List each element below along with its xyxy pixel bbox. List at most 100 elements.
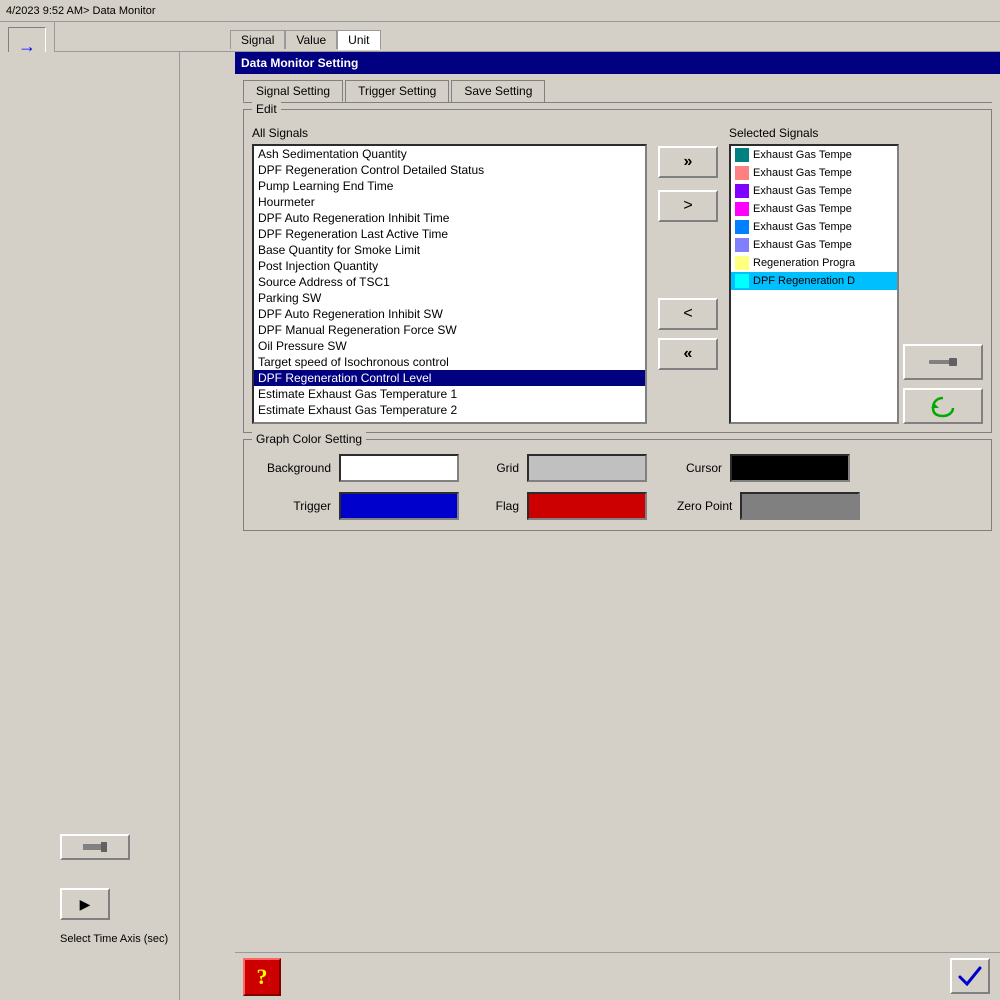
help-icon: ? xyxy=(257,964,268,990)
trigger-color-item: Trigger xyxy=(256,492,459,520)
list-item[interactable]: DPF Regeneration Control Level xyxy=(254,370,645,386)
reset-icon xyxy=(929,394,957,418)
button-column: » > < « xyxy=(653,126,723,370)
list-item[interactable]: DPF Auto Regeneration Inhibit SW xyxy=(254,306,645,322)
selected-signal-label: Exhaust Gas Tempe xyxy=(753,203,852,215)
list-item[interactable]: Source Address of TSC1 xyxy=(254,274,645,290)
reset-button[interactable] xyxy=(903,388,983,424)
list-item[interactable]: Base Quantity for Smoke Limit xyxy=(254,242,645,258)
selected-signal-label: Regeneration Progra xyxy=(753,257,855,269)
list-item[interactable]: DPF Regeneration Control Detailed Status xyxy=(254,162,645,178)
selected-signals-listbox[interactable]: Exhaust Gas Tempe Exhaust Gas Tempe Exhaus… xyxy=(729,144,899,424)
grid-label: Grid xyxy=(489,461,519,475)
graph-color-title: Graph Color Setting xyxy=(252,432,366,446)
move-right-button[interactable]: > xyxy=(658,190,718,222)
grid-color-item: Grid xyxy=(489,454,647,482)
color-swatch xyxy=(735,166,749,180)
signals-layout: All Signals Ash Sedimentation QuantityDP… xyxy=(252,126,983,424)
tab-value[interactable]: Value xyxy=(285,30,337,49)
selected-signal-label: Exhaust Gas Tempe xyxy=(753,167,852,179)
selected-list-item[interactable]: Exhaust Gas Tempe xyxy=(731,218,897,236)
ok-icon xyxy=(958,965,982,987)
all-signals-column: All Signals Ash Sedimentation QuantityDP… xyxy=(252,126,647,424)
list-item[interactable]: Parking SW xyxy=(254,290,645,306)
tab-save-setting[interactable]: Save Setting xyxy=(451,80,545,102)
color-swatch xyxy=(735,184,749,198)
zero-point-color-item: Zero Point xyxy=(677,492,860,520)
wrench-icon xyxy=(927,355,959,369)
left-tool-button[interactable] xyxy=(60,834,130,860)
selected-list-item[interactable]: Exhaust Gas Tempe xyxy=(731,146,897,164)
flag-color-item: Flag xyxy=(489,492,647,520)
color-tool-button[interactable] xyxy=(903,344,983,380)
color-row-2: Trigger Flag Zero Point xyxy=(256,492,979,520)
move-left-button[interactable]: < xyxy=(658,298,718,330)
tab-bar: Signal Setting Trigger Setting Save Sett… xyxy=(235,74,1000,102)
color-swatch xyxy=(735,274,749,288)
list-item[interactable]: Target speed of Isochronous control xyxy=(254,354,645,370)
all-signals-label: All Signals xyxy=(252,126,647,140)
list-item[interactable]: DPF Regeneration Last Active Time xyxy=(254,226,645,242)
flag-color-box[interactable] xyxy=(527,492,647,520)
move-all-right-button[interactable]: » xyxy=(658,146,718,178)
list-item[interactable]: Oil Pressure SW xyxy=(254,338,645,354)
background-label: Background xyxy=(256,461,331,475)
selected-signal-label: Exhaust Gas Tempe xyxy=(753,149,852,161)
tab-signal-setting[interactable]: Signal Setting xyxy=(243,80,343,102)
color-swatch xyxy=(735,256,749,270)
right-buttons xyxy=(903,144,983,424)
column-headers: Signal Value Unit xyxy=(0,22,1000,52)
selected-list-item[interactable]: Exhaust Gas Tempe xyxy=(731,182,897,200)
edit-group: Edit All Signals Ash Sedimentation Quant… xyxy=(243,109,992,433)
graph-color-group: Graph Color Setting Background Grid Curs… xyxy=(243,439,992,531)
dm-window-title: Data Monitor Setting xyxy=(235,52,1000,74)
selected-signals-label: Selected Signals xyxy=(729,126,983,140)
title-bar: 4/2023 9:52 AM> Data Monitor xyxy=(0,0,1000,22)
list-item[interactable]: Ash Sedimentation Quantity xyxy=(254,146,645,162)
list-item[interactable]: DPF Auto Regeneration Inhibit Time xyxy=(254,210,645,226)
grid-color-box[interactable] xyxy=(527,454,647,482)
background-color-box[interactable] xyxy=(339,454,459,482)
trigger-color-box[interactable] xyxy=(339,492,459,520)
tab-signal[interactable]: Signal xyxy=(230,30,285,49)
edit-group-title: Edit xyxy=(252,102,281,116)
selected-signal-label: DPF Regeneration D xyxy=(753,275,855,287)
help-button[interactable]: ? xyxy=(243,958,281,996)
selected-list-item[interactable]: Exhaust Gas Tempe xyxy=(731,236,897,254)
flag-label: Flag xyxy=(489,499,519,513)
color-swatch xyxy=(735,202,749,216)
tab-unit[interactable]: Unit xyxy=(337,30,380,50)
selected-list-item[interactable]: DPF Regeneration D xyxy=(731,272,897,290)
cursor-label: Cursor xyxy=(677,461,722,475)
selected-signal-label: Exhaust Gas Tempe xyxy=(753,185,852,197)
list-item[interactable]: DPF Manual Regeneration Force SW xyxy=(254,322,645,338)
trigger-label: Trigger xyxy=(256,499,331,513)
title-text: 4/2023 9:52 AM> Data Monitor xyxy=(6,5,156,17)
selected-signal-label: Exhaust Gas Tempe xyxy=(753,239,852,251)
bottom-bar: ? xyxy=(235,952,1000,1000)
list-item[interactable]: Pump Learning End Time xyxy=(254,178,645,194)
list-item[interactable]: Hourmeter xyxy=(254,194,645,210)
move-all-left-button[interactable]: « xyxy=(658,338,718,370)
cursor-color-box[interactable] xyxy=(730,454,850,482)
color-swatch xyxy=(735,220,749,234)
left-panel: ▶ Select Time Axis (sec) xyxy=(0,52,180,1000)
zero-point-color-box[interactable] xyxy=(740,492,860,520)
selected-signals-column: Selected Signals Exhaust Gas TempeExhaus… xyxy=(729,126,983,424)
tab-trigger-setting[interactable]: Trigger Setting xyxy=(345,80,449,102)
play-icon: ▶ xyxy=(80,896,91,913)
color-row-1: Background Grid Cursor xyxy=(256,454,979,482)
time-axis-label: Select Time Axis (sec) xyxy=(60,933,168,945)
color-swatch xyxy=(735,238,749,252)
selected-list-item[interactable]: Exhaust Gas Tempe xyxy=(731,164,897,182)
cursor-color-item: Cursor xyxy=(677,454,850,482)
list-item[interactable]: Post Injection Quantity xyxy=(254,258,645,274)
selected-list-item[interactable]: Regeneration Progra xyxy=(731,254,897,272)
selected-list-item[interactable]: Exhaust Gas Tempe xyxy=(731,200,897,218)
list-item[interactable]: Estimate Exhaust Gas Temperature 2 xyxy=(254,402,645,418)
play-button[interactable]: ▶ xyxy=(60,888,110,920)
ok-button[interactable] xyxy=(950,958,990,994)
all-signals-listbox[interactable]: Ash Sedimentation QuantityDPF Regenerati… xyxy=(252,144,647,424)
color-swatch xyxy=(735,148,749,162)
list-item[interactable]: Estimate Exhaust Gas Temperature 1 xyxy=(254,386,645,402)
